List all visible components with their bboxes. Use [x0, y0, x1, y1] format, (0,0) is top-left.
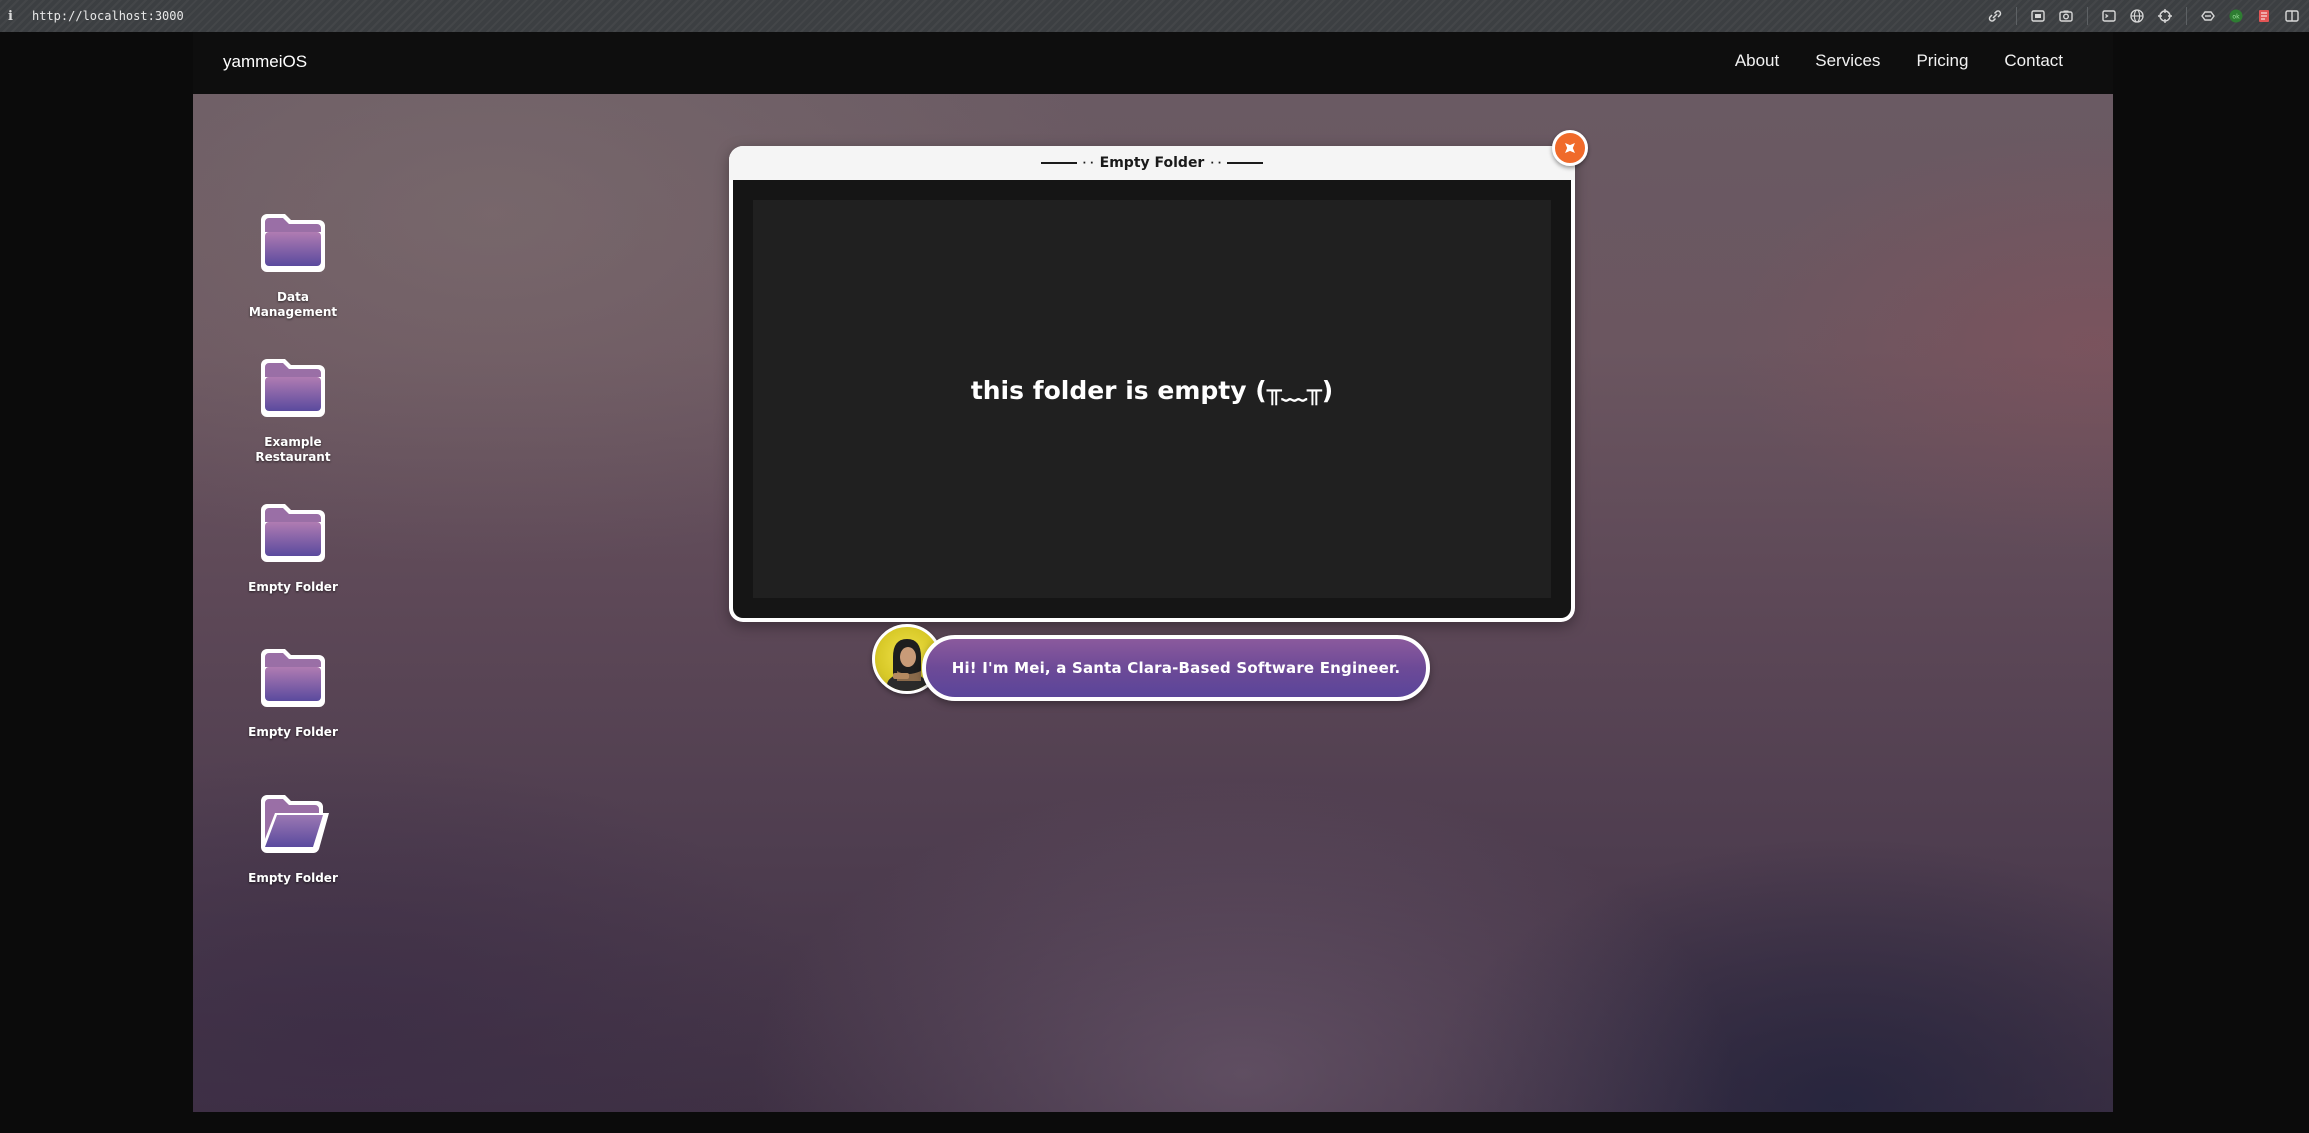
empty-folder-message: this folder is empty (╥﹏╥) [970, 376, 1334, 405]
open-folder-icon [261, 795, 329, 854]
navbar: yammeiOS About Services Pricing Contact [193, 32, 2113, 94]
camera-icon[interactable] [2057, 7, 2075, 25]
link-icon[interactable] [1986, 7, 2004, 25]
terminal-icon[interactable] [2100, 7, 2118, 25]
folder-content-area: this folder is empty (╥﹏╥) [753, 200, 1551, 598]
browser-tools: ok [1986, 0, 2301, 32]
window-body: this folder is empty (╥﹏╥) [733, 180, 1571, 618]
desktop-icon-label: Empty Folder [248, 871, 338, 885]
sidebar-icon[interactable] [2283, 7, 2301, 25]
speech-bubble-text: Hi! I'm Mei, a Santa Clara-Based Softwar… [951, 659, 1401, 677]
svg-text:ok: ok [2232, 14, 2240, 21]
desktop-icon-label: Example Restaurant [255, 435, 331, 464]
site-info-icon[interactable]: i [8, 9, 26, 24]
window-titlebar[interactable]: · · Empty Folder · · [729, 146, 1575, 180]
folder-icon [261, 504, 325, 562]
nav-link-pricing[interactable]: Pricing [1916, 51, 1968, 71]
nav-links: About Services Pricing Contact [1735, 51, 2063, 71]
title-decoration-dots: · · [1082, 157, 1094, 169]
nav-link-services[interactable]: Services [1815, 51, 1880, 71]
address-bar[interactable]: http://localhost:3000 [32, 9, 184, 23]
toolbar-divider [2186, 7, 2187, 25]
desktop: Data Management Example Restaurant Empty… [193, 94, 2113, 1112]
title-decoration-dots: · · [1210, 157, 1222, 169]
desktop-icon-example-restaurant[interactable]: Example Restaurant [238, 355, 348, 465]
speech-bubble: Hi! I'm Mei, a Santa Clara-Based Softwar… [922, 635, 1430, 701]
extensions-icon[interactable] [2199, 7, 2217, 25]
folder-icon [261, 359, 325, 417]
title-decoration-line [1040, 162, 1077, 164]
desktop-icon-label: Empty Folder [248, 580, 338, 594]
folder-window: · · Empty Folder · · this folder is empt… [729, 146, 1575, 622]
reader-icon[interactable] [2255, 7, 2273, 25]
globe-icon[interactable] [2128, 7, 2146, 25]
screen-capture-icon[interactable] [2029, 7, 2047, 25]
status-dot-icon[interactable]: ok [2227, 7, 2245, 25]
folder-icon [261, 214, 325, 272]
toolbar-divider [2016, 7, 2017, 25]
desktop-icon-empty-folder-3[interactable]: Empty Folder [238, 791, 348, 886]
site-viewport: yammeiOS About Services Pricing Contact … [193, 32, 2113, 1112]
nav-link-contact[interactable]: Contact [2004, 51, 2063, 71]
window-title: Empty Folder [1099, 155, 1205, 171]
desktop-icon-data-management[interactable]: Data Management [238, 210, 348, 320]
browser-toolbar: i http://localhost:3000 ok [0, 0, 2309, 32]
brand-logo[interactable]: yammeiOS [223, 52, 307, 72]
window-close-button[interactable] [1552, 130, 1588, 166]
nav-link-about[interactable]: About [1735, 51, 1779, 71]
desktop-icon-empty-folder-1[interactable]: Empty Folder [238, 500, 348, 595]
desktop-icon-label: Empty Folder [248, 725, 338, 739]
desktop-icon-label: Data Management [248, 290, 338, 319]
folder-icon [261, 649, 325, 707]
close-icon [1565, 143, 1575, 153]
title-decoration-line [1227, 162, 1264, 164]
toolbar-divider [2087, 7, 2088, 25]
desktop-icon-empty-folder-2[interactable]: Empty Folder [238, 645, 348, 740]
crosshair-icon[interactable] [2156, 7, 2174, 25]
